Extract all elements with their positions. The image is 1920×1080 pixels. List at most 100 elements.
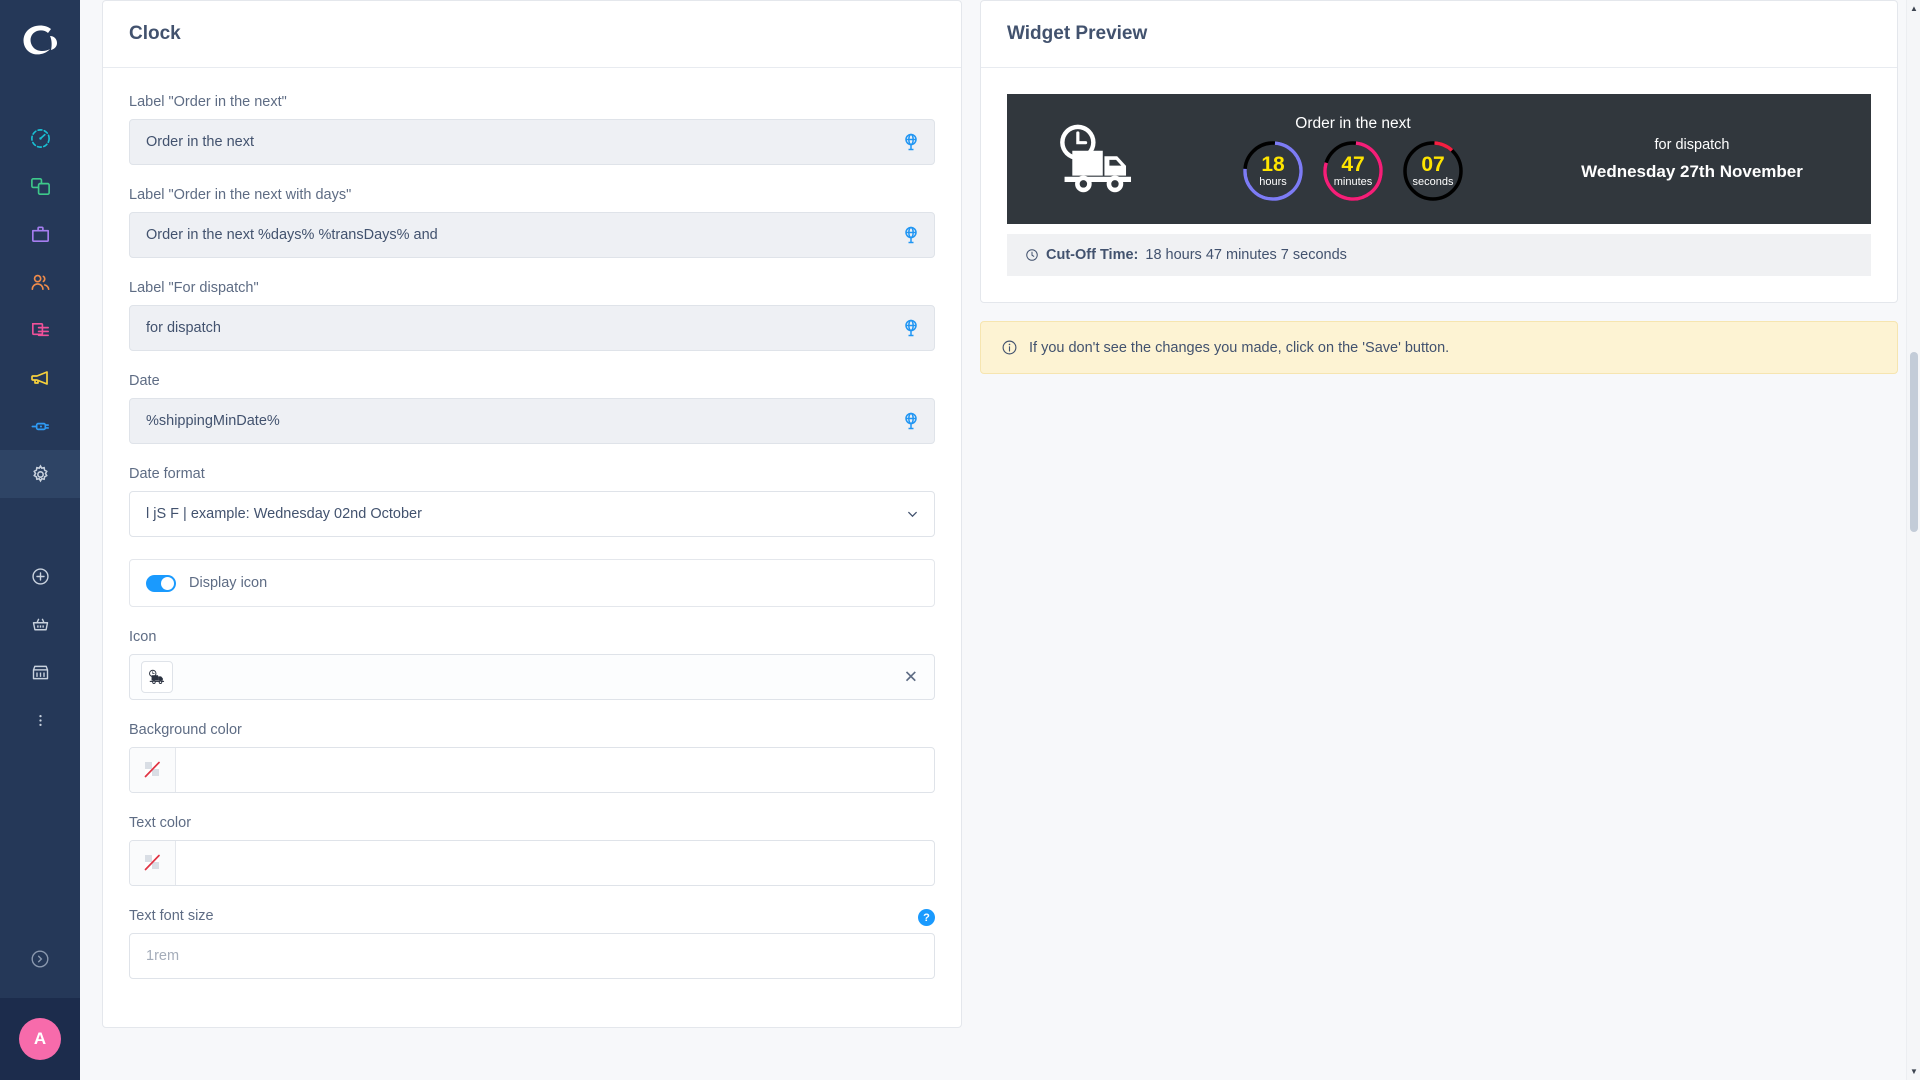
save-reminder-alert: If you don't see the changes you made, c…: [980, 321, 1898, 374]
minutes-value: 47: [1341, 153, 1365, 176]
user-avatar-zone: A: [0, 998, 80, 1080]
pages-icon: [31, 322, 49, 336]
countdown-rings: 18 hours 47 minutes 07 seconds: [1241, 139, 1465, 203]
globe-translate-icon[interactable]: [901, 318, 921, 338]
text-color-field: [129, 840, 935, 886]
text-color-swatch[interactable]: [130, 841, 176, 885]
icon-clear-button[interactable]: ✕: [904, 669, 918, 686]
label-order-next-days-input[interactable]: Order in the next %days% %transDays% and: [129, 212, 935, 258]
no-color-icon: [144, 761, 160, 778]
preview-column: Widget Preview Order in the next 18 hour…: [980, 0, 1898, 1080]
briefcase-icon: [31, 225, 49, 242]
main-sidebar: A: [0, 0, 80, 1080]
avatar[interactable]: A: [19, 1018, 61, 1060]
dispatch-date: Wednesday 27th November: [1581, 161, 1803, 181]
globe-translate-icon[interactable]: [901, 411, 921, 431]
dispatch-label: for dispatch: [1654, 136, 1730, 153]
sidebar-item-customers[interactable]: [0, 258, 80, 306]
date-label: Date: [129, 373, 160, 389]
sidebar-item-more[interactable]: [0, 696, 80, 744]
widget-countdown: Order in the next 18 hours 47 minutes 07…: [1159, 115, 1547, 203]
background-color-label: Background color: [129, 722, 242, 738]
sidebar-item-settings[interactable]: [0, 450, 80, 498]
clock-icon: [1026, 249, 1038, 261]
widget-dispatch: for dispatch Wednesday 27th November: [1547, 137, 1837, 182]
scroll-up-arrow[interactable]: ▲: [1910, 4, 1918, 13]
sidebar-item-catalog[interactable]: [0, 162, 80, 210]
content-area: Clock Label "Order in the next" Order in…: [80, 0, 1920, 1080]
field-icon: Icon ✕: [129, 629, 935, 700]
truck-clock-icon: [148, 669, 164, 684]
sidebar-item-dashboard[interactable]: [0, 114, 80, 162]
info-circle-icon: [1002, 340, 1017, 355]
text-color-input[interactable]: [176, 841, 934, 885]
display-icon-toggle[interactable]: [146, 574, 176, 592]
settings-column: Clock Label "Order in the next" Order in…: [102, 0, 962, 1080]
icon-chip[interactable]: [141, 661, 173, 693]
chevron-down-icon: [908, 511, 917, 518]
cutoff-bar: Cut-Off Time: 18 hours 47 minutes 7 seco…: [1007, 234, 1871, 276]
cutoff-label: Cut-Off Time:: [1046, 247, 1139, 263]
alert-message: If you don't see the changes you made, c…: [1029, 339, 1450, 356]
field-label-order-next: Label "Order in the next" Order in the n…: [129, 94, 935, 165]
countdown-hours: 18 hours: [1241, 139, 1305, 203]
text-font-size-input[interactable]: 1rem: [129, 933, 935, 979]
sidebar-item-basket[interactable]: [0, 600, 80, 648]
crescent-logo-icon: [23, 25, 57, 55]
plug-icon: [31, 422, 49, 430]
no-color-icon: [144, 854, 160, 871]
date-format-value: l jS F | example: Wednesday 02nd October: [146, 506, 422, 522]
text-color-label: Text color: [129, 815, 192, 831]
scroll-down-arrow[interactable]: ▼: [1910, 1067, 1918, 1076]
background-color-swatch[interactable]: [130, 748, 176, 792]
date-wrap: %shippingMinDate%: [129, 398, 935, 444]
field-text-font-size: Text font size ? 1rem: [129, 908, 935, 979]
globe-translate-icon[interactable]: [901, 225, 921, 245]
basket-icon: [32, 618, 48, 630]
seconds-unit: seconds: [1412, 176, 1454, 188]
megaphone-icon: [31, 371, 48, 385]
text-font-size-label: Text font size: [129, 908, 214, 924]
sidebar-item-add[interactable]: [0, 552, 80, 600]
minutes-unit: minutes: [1333, 176, 1373, 188]
display-icon-toggle-row[interactable]: Display icon: [129, 559, 935, 607]
label-order-next-input[interactable]: Order in the next: [129, 119, 935, 165]
label-order-next-label: Label "Order in the next": [129, 94, 287, 110]
app-logo[interactable]: [0, 0, 80, 80]
widget-preview-card: Widget Preview Order in the next 18 hour…: [980, 0, 1898, 303]
sidebar-item-marketing[interactable]: [0, 354, 80, 402]
sidebar-secondary-nav: [0, 552, 80, 744]
page-title: Clock: [103, 1, 961, 68]
more-vertical-icon: [38, 714, 42, 726]
icon-picker[interactable]: ✕: [129, 654, 935, 700]
label-for-dispatch-input[interactable]: for dispatch: [129, 305, 935, 351]
sidebar-primary-nav: [0, 114, 80, 498]
date-format-select[interactable]: l jS F | example: Wednesday 02nd October: [129, 491, 935, 537]
widget-banner: Order in the next 18 hours 47 minutes 07…: [1007, 94, 1871, 224]
scrollbar-thumb[interactable]: [1910, 352, 1918, 532]
sidebar-item-store[interactable]: [0, 648, 80, 696]
gear-icon: [32, 464, 48, 482]
display-icon-label: Display icon: [189, 575, 268, 591]
gauge-icon: [30, 128, 50, 148]
date-format-label: Date format: [129, 466, 205, 482]
label-for-dispatch-label: Label "For dispatch": [129, 280, 259, 296]
label-order-next-days-wrap: Order in the next %days% %transDays% and: [129, 212, 935, 258]
widget-truck-icon-wrap: [1041, 123, 1159, 195]
field-text-color: Text color: [129, 815, 935, 886]
hours-value: 18: [1261, 153, 1285, 176]
date-input[interactable]: %shippingMinDate%: [129, 398, 935, 444]
chevron-right-circle-icon: [31, 950, 49, 968]
globe-translate-icon[interactable]: [901, 132, 921, 152]
text-font-size-help-icon[interactable]: ?: [918, 909, 935, 926]
sidebar-collapse-button[interactable]: [0, 920, 80, 998]
toggle-knob: [161, 576, 174, 590]
page-scrollbar[interactable]: ▲ ▼: [1906, 0, 1920, 1080]
sidebar-item-orders[interactable]: [0, 210, 80, 258]
sidebar-item-content[interactable]: [0, 306, 80, 354]
app-root: A Clock Label "Order in the next" Order …: [0, 0, 1920, 1080]
background-color-input[interactable]: [176, 748, 934, 792]
hours-unit: hours: [1259, 176, 1287, 188]
sidebar-item-modules[interactable]: [0, 402, 80, 450]
widget-headline: Order in the next: [1295, 115, 1411, 132]
